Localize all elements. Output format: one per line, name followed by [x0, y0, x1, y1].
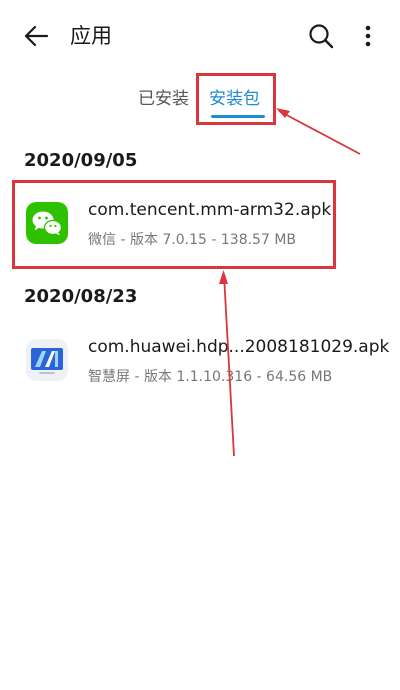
more-options-button[interactable]: [356, 20, 380, 52]
list-item[interactable]: com.tencent.mm-arm32.apk 微信 - 版本 7.0.15 …: [0, 188, 400, 258]
item-filename: com.huawei.hdp...2008181029.apk: [88, 337, 390, 357]
arrow-left-icon: [24, 25, 49, 47]
tab-installed[interactable]: 已安装: [138, 86, 189, 112]
group-date: 2020/09/05: [24, 150, 138, 171]
list-item[interactable]: com.huawei.hdp...2008181029.apk 智慧屏 - 版本…: [0, 325, 400, 395]
item-meta: 智慧屏 - 版本 1.1.10.316 - 64.56 MB: [88, 369, 333, 385]
more-vertical-icon: [365, 25, 371, 47]
search-icon: [309, 24, 334, 49]
wechat-icon: [26, 202, 68, 244]
tab-bar: 已安装 安装包: [0, 80, 400, 124]
smart-screen-icon: [26, 339, 68, 381]
item-filename: com.tencent.mm-arm32.apk: [88, 200, 332, 220]
page-title: 应用: [70, 24, 112, 48]
group-date: 2020/08/23: [24, 286, 138, 307]
app-header: 应用: [0, 0, 400, 72]
active-tab-indicator: [211, 115, 265, 118]
tab-packages[interactable]: 安装包: [209, 86, 260, 112]
search-button[interactable]: [304, 20, 338, 52]
item-meta: 微信 - 版本 7.0.15 - 138.57 MB: [88, 232, 297, 248]
back-button[interactable]: [20, 20, 52, 52]
